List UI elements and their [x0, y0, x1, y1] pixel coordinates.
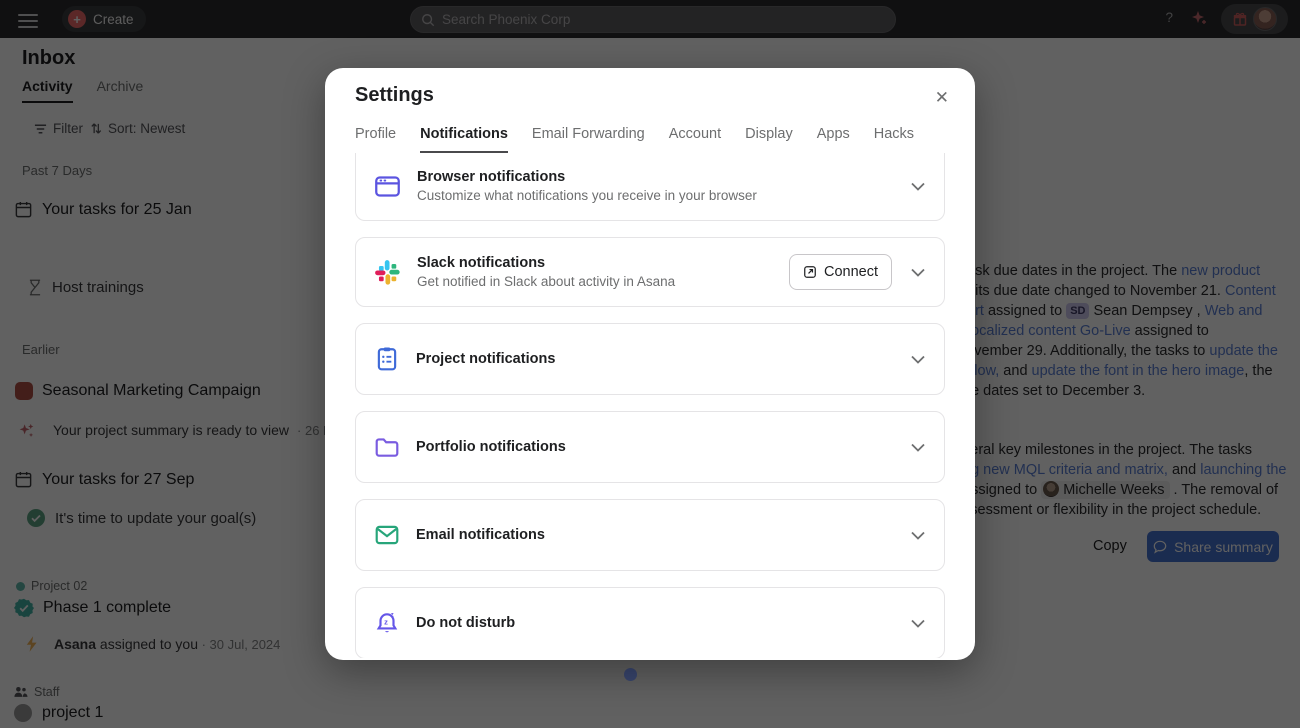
tab-apps[interactable]: Apps — [817, 126, 850, 153]
external-link-icon — [803, 265, 817, 279]
scroll-indicator-dot — [624, 668, 637, 681]
email-icon — [374, 522, 400, 548]
browser-icon — [374, 173, 401, 200]
row-do-not-disturb[interactable]: z z Do not disturb — [355, 587, 945, 658]
portfolio-icon — [374, 434, 400, 460]
row-browser-notifications[interactable]: Browser notifications Customize what not… — [355, 153, 945, 221]
tab-account[interactable]: Account — [669, 126, 721, 153]
project-icon — [374, 346, 400, 372]
tab-notifications[interactable]: Notifications — [420, 126, 508, 153]
app-window: + Create ? In — [0, 0, 1300, 728]
settings-modal: ✕ Settings Profile Notifications Email F… — [325, 68, 975, 660]
row-portfolio-notifications[interactable]: Portfolio notifications — [355, 411, 945, 483]
chevron-down-icon[interactable] — [910, 354, 926, 365]
svg-text:z: z — [384, 618, 388, 627]
chevron-down-icon[interactable] — [910, 181, 926, 192]
tab-display[interactable]: Display — [745, 126, 793, 153]
settings-scroll-area[interactable]: Browser notifications Customize what not… — [325, 153, 975, 658]
dnd-icon: z z — [374, 610, 400, 636]
row-project-notifications[interactable]: Project notifications — [355, 323, 945, 395]
tab-profile[interactable]: Profile — [355, 126, 396, 153]
chevron-down-icon[interactable] — [910, 618, 926, 629]
chevron-down-icon[interactable] — [910, 442, 926, 453]
row-email-notifications[interactable]: Email notifications — [355, 499, 945, 571]
chevron-down-icon[interactable] — [910, 267, 926, 278]
tab-email-forwarding[interactable]: Email Forwarding — [532, 126, 645, 153]
chevron-down-icon[interactable] — [910, 530, 926, 541]
settings-tabs: Profile Notifications Email Forwarding A… — [355, 126, 945, 153]
slack-icon — [374, 259, 401, 286]
tab-hacks[interactable]: Hacks — [874, 126, 914, 153]
row-slack-notifications[interactable]: Slack notifications Get notified in Slac… — [355, 237, 945, 307]
close-icon[interactable]: ✕ — [935, 88, 949, 108]
modal-title: Settings — [355, 84, 945, 108]
connect-button[interactable]: Connect — [789, 254, 892, 290]
